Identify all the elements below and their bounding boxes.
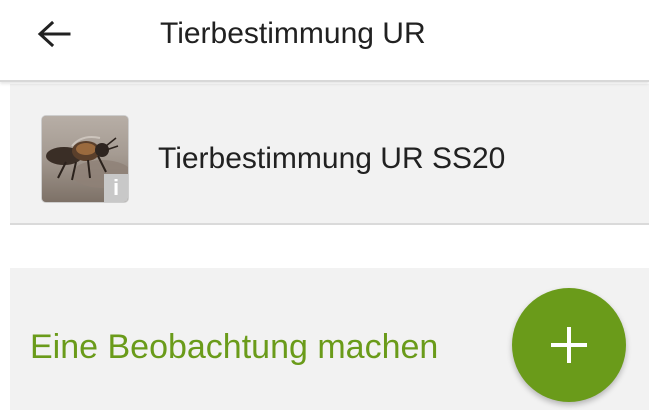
project-list-item[interactable]: i Tierbestimmung UR SS20 [10, 84, 649, 225]
project-thumbnail[interactable]: i [42, 116, 128, 202]
arrow-left-icon [37, 20, 71, 48]
project-name: Tierbestimmung UR SS20 [158, 142, 506, 175]
make-observation-label: Eine Beobachtung machen [30, 328, 439, 366]
info-badge[interactable]: i [104, 174, 128, 202]
app-bar: Tierbestimmung UR [0, 0, 649, 82]
plus-icon [551, 327, 587, 363]
add-observation-button[interactable] [512, 288, 626, 402]
page-title: Tierbestimmung UR [160, 17, 426, 50]
back-button[interactable] [30, 12, 78, 56]
